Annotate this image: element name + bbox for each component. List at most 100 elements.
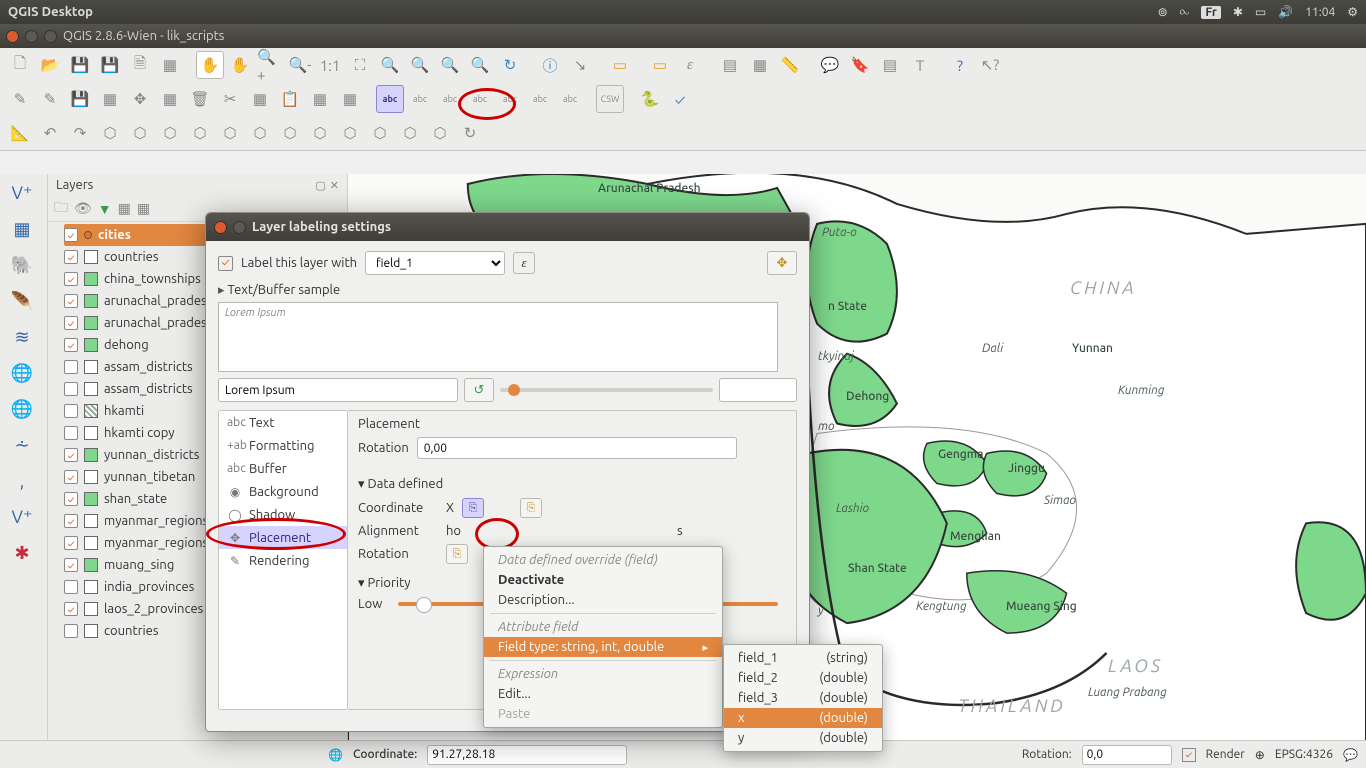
pin-labels-button[interactable]: ✥ bbox=[767, 251, 797, 275]
render-checkbox[interactable]: ✓ bbox=[1182, 748, 1196, 762]
layer-visible-checkbox[interactable] bbox=[64, 404, 78, 418]
window-close-button[interactable] bbox=[6, 30, 19, 43]
layer-visible-checkbox[interactable] bbox=[64, 624, 78, 638]
clock[interactable]: 11:04 bbox=[1305, 6, 1335, 19]
gear-icon[interactable]: ⚙ bbox=[1347, 5, 1358, 19]
save-icon[interactable]: 💾 bbox=[66, 51, 94, 79]
sample-size-slider[interactable] bbox=[500, 388, 713, 392]
layer-visible-checkbox[interactable]: ✓ bbox=[64, 514, 78, 528]
csw-icon[interactable]: CSW bbox=[596, 85, 624, 113]
add-feature-icon[interactable]: ▦ bbox=[96, 85, 124, 113]
attribute-table-icon[interactable]: ▤ bbox=[716, 51, 744, 79]
dialog-tab-buffer[interactable]: abcBuffer bbox=[219, 457, 347, 480]
adv-3-icon[interactable]: ⬡ bbox=[156, 119, 184, 147]
submenu-field-field_2[interactable]: field_2(double) bbox=[724, 668, 882, 688]
adv-10-icon[interactable]: ⬡ bbox=[366, 119, 394, 147]
add-csv-icon[interactable]: , bbox=[4, 466, 40, 496]
coordinate-input[interactable] bbox=[427, 745, 627, 765]
new-vector-icon[interactable]: V⁺ bbox=[4, 502, 40, 532]
add-spatialite-icon[interactable]: 🪶 bbox=[4, 286, 40, 316]
move-feature-icon[interactable]: ✥ bbox=[126, 85, 154, 113]
toggle-edit-icon[interactable]: ✎ bbox=[6, 85, 34, 113]
adv-12-icon[interactable]: ⬡ bbox=[426, 119, 454, 147]
zoom-last-icon[interactable]: 🔍 bbox=[436, 51, 464, 79]
submenu-field-field_3[interactable]: field_3(double) bbox=[724, 688, 882, 708]
label-tool-2-icon[interactable]: abc bbox=[406, 85, 434, 113]
zoom-out-icon[interactable]: 🔍- bbox=[286, 51, 314, 79]
save-edits-icon[interactable]: 💾 bbox=[66, 85, 94, 113]
layer-visible-checkbox[interactable]: ✓ bbox=[64, 558, 78, 572]
submenu-field-y[interactable]: y(double) bbox=[724, 728, 882, 748]
expression-button[interactable]: ε bbox=[513, 252, 535, 274]
text-annotation-icon[interactable]: T bbox=[906, 51, 934, 79]
add-wfs-icon[interactable]: ⩪ bbox=[4, 430, 40, 460]
label-tool-4-icon[interactable]: abc bbox=[466, 85, 494, 113]
submenu-field-field_1[interactable]: field_1(string) bbox=[724, 648, 882, 668]
refresh-icon[interactable]: ↻ bbox=[496, 51, 524, 79]
dialog-tab-placement[interactable]: ✥Placement bbox=[219, 526, 347, 549]
layer-visible-checkbox[interactable]: ✓ bbox=[64, 250, 78, 264]
pan-selection-icon[interactable]: ✋ bbox=[226, 51, 254, 79]
add-wcs-icon[interactable]: 🌐 bbox=[4, 394, 40, 424]
dialog-tab-formatting[interactable]: +abFormatting bbox=[219, 434, 347, 457]
crs-value[interactable]: EPSG:4326 bbox=[1275, 748, 1333, 761]
adv-2-icon[interactable]: ⬡ bbox=[126, 119, 154, 147]
label-tool-5-icon[interactable]: abc bbox=[496, 85, 524, 113]
python-console-icon[interactable]: 🐍 bbox=[636, 85, 664, 113]
layer-visible-checkbox[interactable]: ✓ bbox=[64, 272, 78, 286]
deselect-icon[interactable]: ▭ bbox=[646, 51, 674, 79]
undo-icon[interactable]: ↶ bbox=[36, 119, 64, 147]
crs-icon[interactable]: ⊕ bbox=[1255, 748, 1265, 762]
add-mssql-icon[interactable]: ≋ bbox=[4, 322, 40, 352]
panel-float-icon[interactable]: ▢ bbox=[315, 179, 325, 192]
new-composer-icon[interactable]: 🗎 bbox=[126, 51, 154, 79]
keyboard-layout[interactable]: Fr bbox=[1201, 6, 1220, 19]
sample-color-preview[interactable] bbox=[719, 378, 797, 402]
layer-visible-checkbox[interactable]: ✓ bbox=[64, 470, 78, 484]
measure-icon[interactable]: 📏 bbox=[776, 51, 804, 79]
battery-icon[interactable]: ▭ bbox=[1255, 5, 1266, 19]
layer-visible-checkbox[interactable]: ✓ bbox=[64, 316, 78, 330]
map-tips-icon[interactable]: 💬 bbox=[816, 51, 844, 79]
select-icon[interactable]: ▭ bbox=[606, 51, 634, 79]
reset-sample-button[interactable]: ↺ bbox=[464, 378, 494, 402]
layer-visible-checkbox[interactable]: ✓ bbox=[64, 536, 78, 550]
dialog-tab-rendering[interactable]: ✎Rendering bbox=[219, 549, 347, 572]
rotation-input[interactable] bbox=[1082, 745, 1172, 765]
layer-visible-checkbox[interactable] bbox=[64, 382, 78, 396]
open-project-icon[interactable]: 📂 bbox=[36, 51, 64, 79]
label-tool-button[interactable]: abc bbox=[376, 85, 404, 113]
field-calc-icon[interactable]: ▦ bbox=[746, 51, 774, 79]
filter-icon[interactable]: ▼ bbox=[98, 201, 112, 217]
wifi-icon[interactable]: ⧜ bbox=[1180, 5, 1190, 19]
add-wms-icon[interactable]: 🌐 bbox=[4, 358, 40, 388]
dialog-title-bar[interactable]: Layer labeling settings bbox=[206, 213, 809, 241]
adv-5-icon[interactable]: ⬡ bbox=[216, 119, 244, 147]
cad-icon[interactable]: 📐 bbox=[6, 119, 34, 147]
label-tool-3-icon[interactable]: abc bbox=[436, 85, 464, 113]
add-group-icon[interactable]: 🗀 bbox=[54, 197, 68, 221]
layer-visible-checkbox[interactable] bbox=[64, 360, 78, 374]
visibility-icon[interactable]: 👁 bbox=[74, 200, 92, 217]
rotation-dd-button[interactable]: ⎘ bbox=[446, 544, 468, 564]
expression-icon[interactable]: ε bbox=[676, 51, 704, 79]
submenu-field-x[interactable]: x(double) bbox=[724, 708, 882, 728]
ctx-edit[interactable]: Edit... bbox=[484, 684, 722, 704]
window-maximize-button[interactable] bbox=[44, 30, 57, 43]
layer-visible-checkbox[interactable]: ✓ bbox=[64, 448, 78, 462]
adv-7-icon[interactable]: ⬡ bbox=[276, 119, 304, 147]
sample-text-input[interactable] bbox=[218, 378, 458, 402]
bookmark-icon[interactable]: 🔖 bbox=[846, 51, 874, 79]
dialog-tab-text[interactable]: abcText bbox=[219, 411, 347, 434]
label-tool-7-icon[interactable]: abc bbox=[556, 85, 584, 113]
zoom-next-icon[interactable]: 🔍 bbox=[466, 51, 494, 79]
grass-icon[interactable]: ✱ bbox=[4, 538, 40, 568]
panel-close-icon[interactable]: ✕ bbox=[330, 179, 339, 192]
collapse-icon[interactable]: ▦ bbox=[137, 200, 150, 217]
dialog-minimize-button[interactable] bbox=[233, 221, 246, 234]
layer-visible-checkbox[interactable]: ✓ bbox=[64, 602, 78, 616]
add-raster-icon[interactable]: ▦ bbox=[4, 214, 40, 244]
layer-visible-checkbox[interactable]: ✓ bbox=[64, 228, 78, 242]
new-project-icon[interactable]: 🗋 bbox=[6, 51, 34, 79]
volume-icon[interactable]: 🔊 bbox=[1278, 5, 1293, 19]
